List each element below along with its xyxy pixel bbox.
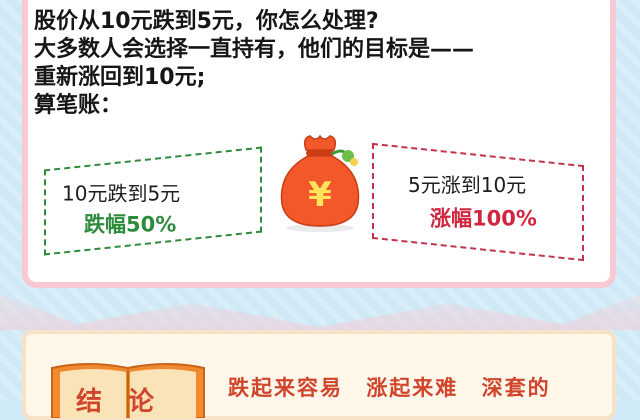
rise-label: 5元涨到10元 xyxy=(408,172,527,197)
conclusion-title: 结论 xyxy=(76,387,180,417)
yen-symbol: ¥ xyxy=(308,175,332,215)
rise-percent: 涨幅100% xyxy=(430,206,537,231)
conclusion-text: 跌起来容易 涨起来难 深套的 xyxy=(228,372,565,402)
money-bag-icon: ¥ xyxy=(280,134,360,232)
fall-label: 10元跌到5元 xyxy=(62,181,181,206)
intro-line-1: 股价从10元跌到5元，你怎么处理? xyxy=(34,9,379,34)
conclusion-phrase-2: 涨起来难 xyxy=(366,376,459,400)
conclusion-phrase-3: 深套的 xyxy=(481,376,551,400)
book-icon: 结论 xyxy=(51,363,205,418)
fall-percent: 跌幅50% xyxy=(84,212,177,237)
intro-line-3: 重新涨回到10元; xyxy=(34,65,206,90)
intro-line-4: 算笔账： xyxy=(34,93,123,118)
intro-line-2: 大多数人会选择一直持有，他们的目标是—— xyxy=(34,37,475,62)
conclusion-phrase-1: 跌起来容易 xyxy=(228,376,343,400)
intro-text: 股价从10元跌到5元，你怎么处理? 大多数人会选择一直持有，他们的目标是—— 重… xyxy=(34,8,594,120)
